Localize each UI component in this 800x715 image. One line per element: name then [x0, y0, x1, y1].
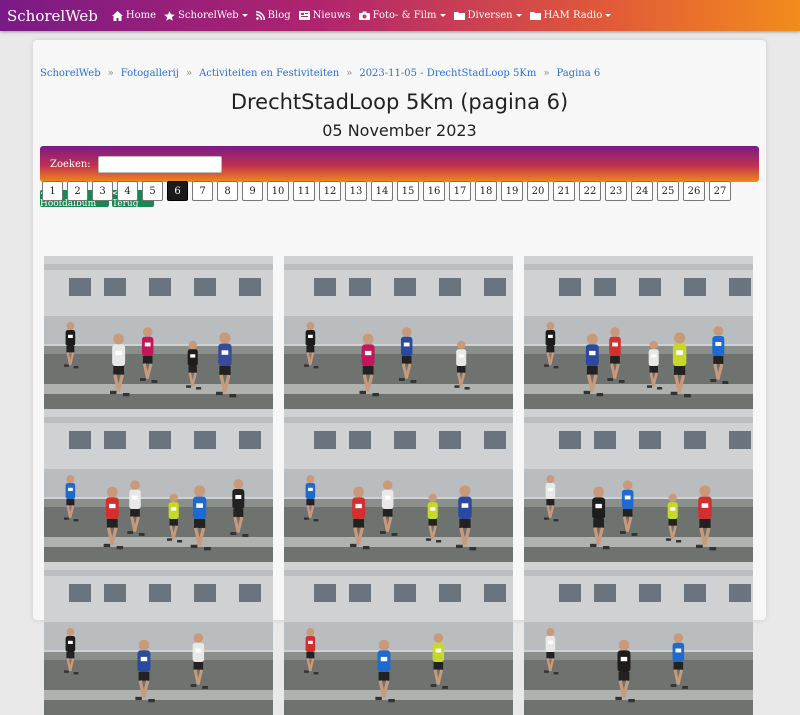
page-link-8[interactable]: 8	[217, 181, 238, 201]
chevron-down-icon	[241, 14, 248, 17]
page-link-4[interactable]: 4	[117, 181, 138, 201]
breadcrumb-separator: »	[107, 68, 114, 79]
runner-photo	[524, 409, 753, 562]
nav-schorelweb-label: SchorelWeb	[178, 10, 239, 21]
nav-foto-film[interactable]: Foto- & Film	[358, 10, 446, 21]
gallery-thumbnail[interactable]	[284, 562, 513, 715]
runner-photo	[284, 562, 513, 715]
nav-home[interactable]: Home	[111, 10, 157, 21]
gallery-thumbnail[interactable]	[284, 256, 513, 409]
page-link-14[interactable]: 14	[371, 181, 393, 201]
gallery-thumbnail[interactable]	[524, 256, 753, 409]
runner-photo	[44, 409, 273, 562]
folder-icon	[453, 12, 465, 20]
page-link-19[interactable]: 19	[501, 181, 523, 201]
brand-link[interactable]: SchorelWeb	[0, 7, 98, 25]
breadcrumb-schorelweb[interactable]: SchorelWeb	[40, 68, 101, 79]
nav-diversen[interactable]: Diversen	[453, 10, 522, 21]
gallery-thumbnail[interactable]	[284, 409, 513, 562]
nav-foto-film-label: Foto- & Film	[372, 10, 437, 21]
gallery-thumbnail[interactable]	[524, 409, 753, 562]
nav-blog[interactable]: Blog	[255, 10, 291, 21]
page-link-20[interactable]: 20	[527, 181, 549, 201]
gallery-thumbnail[interactable]	[44, 256, 273, 409]
chevron-down-icon	[515, 14, 522, 17]
nav-nieuws-label: Nieuws	[312, 10, 351, 21]
page-link-21[interactable]: 21	[553, 181, 575, 201]
runner-photo	[284, 409, 513, 562]
breadcrumb: SchorelWeb » Fotogallerij » Activiteiten…	[40, 68, 600, 79]
runner-photo	[44, 562, 273, 715]
page-link-10[interactable]: 10	[267, 181, 289, 201]
pagination: 1 2 3 4 5 6 7 8 9 10 11 12 13 14 15 16 17 18 19 20 21 22 23 24 2…	[42, 181, 735, 201]
home-icon	[111, 10, 123, 21]
breadcrumb-separator: »	[185, 68, 193, 79]
page-link-24[interactable]: 24	[631, 181, 653, 201]
newspaper-icon	[298, 11, 310, 20]
runner-photo	[284, 256, 513, 409]
nav-schorelweb[interactable]: SchorelWeb	[164, 10, 248, 21]
search-input[interactable]	[97, 155, 222, 173]
nav-ham-radio-label: HAM Radio	[543, 10, 603, 21]
gallery-thumbnail[interactable]	[44, 562, 273, 715]
page-link-7[interactable]: 7	[192, 181, 213, 201]
chevron-down-icon	[605, 14, 612, 17]
page-link-2[interactable]: 2	[67, 181, 88, 201]
breadcrumb-fotogallerij[interactable]: Fotogallerij	[121, 68, 179, 79]
page-link-26[interactable]: 26	[683, 181, 705, 201]
page-link-1[interactable]: 1	[42, 181, 63, 201]
nav-nieuws[interactable]: Nieuws	[298, 10, 351, 21]
page-title: DrechtStadLoop 5Km (pagina 6)	[230, 90, 569, 114]
nav-blog-label: Blog	[267, 10, 291, 21]
page-link-25[interactable]: 25	[657, 181, 679, 201]
search-bar: Zoeken:	[40, 146, 759, 182]
chevron-down-icon	[439, 14, 446, 17]
page-link-11[interactable]: 11	[293, 181, 315, 201]
page-link-3[interactable]: 3	[92, 181, 113, 201]
top-navbar: SchorelWeb Home SchorelWeb Blog Nieuws F…	[0, 0, 800, 31]
page-link-27[interactable]: 27	[709, 181, 731, 201]
page-link-5[interactable]: 5	[142, 181, 163, 201]
nav-diversen-label: Diversen	[467, 10, 513, 21]
breadcrumb-separator: »	[346, 68, 353, 79]
runner-photo	[524, 256, 753, 409]
folder-icon	[529, 12, 541, 20]
page-link-18[interactable]: 18	[475, 181, 497, 201]
page-link-12[interactable]: 12	[319, 181, 341, 201]
star-icon	[164, 10, 175, 21]
breadcrumb-activiteiten[interactable]: Activiteiten en Festiviteiten	[199, 68, 339, 79]
page-date: 05 November 2023	[322, 121, 477, 140]
page-link-16[interactable]: 16	[423, 181, 445, 201]
rss-icon	[255, 11, 265, 20]
breadcrumb-album[interactable]: 2023-11-05 - DrechtStadLoop 5Km	[359, 68, 536, 79]
breadcrumb-current-page[interactable]: Pagina 6	[556, 68, 600, 79]
page-link-23[interactable]: 23	[605, 181, 627, 201]
runner-photo	[44, 256, 273, 409]
page-link-6[interactable]: 6	[167, 181, 188, 201]
gallery-thumbnail[interactable]	[44, 409, 273, 562]
nav-ham-radio[interactable]: HAM Radio	[529, 10, 612, 21]
page-link-15[interactable]: 15	[397, 181, 419, 201]
page-link-22[interactable]: 22	[579, 181, 601, 201]
breadcrumb-separator: »	[543, 68, 550, 79]
search-label: Zoeken:	[50, 158, 91, 170]
runner-photo	[524, 562, 753, 715]
gallery-thumbnail[interactable]	[524, 562, 753, 715]
camera-icon	[358, 11, 370, 20]
page-link-13[interactable]: 13	[345, 181, 367, 201]
nav-home-label: Home	[125, 10, 157, 21]
page-link-17[interactable]: 17	[449, 181, 471, 201]
page-link-9[interactable]: 9	[242, 181, 263, 201]
